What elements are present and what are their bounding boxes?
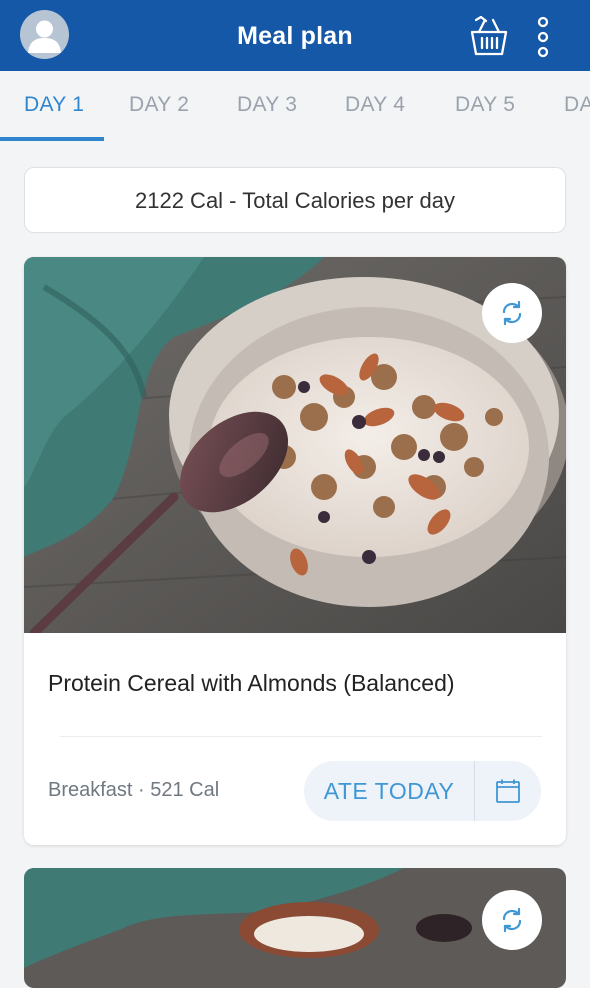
tab-day-6[interactable]: DA — [564, 93, 590, 117]
shopping-list-button[interactable] — [468, 14, 510, 58]
schedule-button[interactable] — [475, 761, 541, 821]
meal-card[interactable] — [24, 868, 566, 988]
tab-day-5[interactable]: DAY 5 — [455, 93, 515, 117]
meal-name[interactable]: Protein Cereal with Almonds (Balanced) — [48, 670, 455, 697]
total-calories-summary: 2122 Cal - Total Calories per day — [24, 167, 566, 233]
shopping-basket-icon — [470, 15, 508, 56]
meal-meta: Breakfast · 521 Cal — [48, 779, 220, 801]
more-vertical-icon — [537, 16, 549, 58]
tab-day-4[interactable]: DAY 4 — [345, 93, 405, 117]
tab-day-3[interactable]: DAY 3 — [237, 93, 297, 117]
tab-day-2[interactable]: DAY 2 — [129, 93, 189, 117]
meal-card[interactable]: Protein Cereal with Almonds (Balanced) B… — [24, 257, 566, 845]
day-tabs: DAY 1 DAY 2 DAY 3 DAY 4 DAY 5 DA — [0, 71, 590, 143]
ate-today-button[interactable]: ATE TODAY — [304, 761, 474, 821]
more-menu-button[interactable] — [530, 14, 556, 60]
swap-meal-button[interactable] — [482, 890, 542, 950]
active-tab-indicator — [0, 137, 104, 141]
calendar-icon — [496, 779, 520, 803]
app-bar: Meal plan — [0, 0, 590, 71]
swap-refresh-icon — [502, 300, 522, 326]
ate-today-control: ATE TODAY — [304, 761, 541, 821]
swap-meal-button[interactable] — [482, 283, 542, 343]
divider — [60, 736, 542, 737]
tab-day-1[interactable]: DAY 1 — [24, 93, 84, 117]
